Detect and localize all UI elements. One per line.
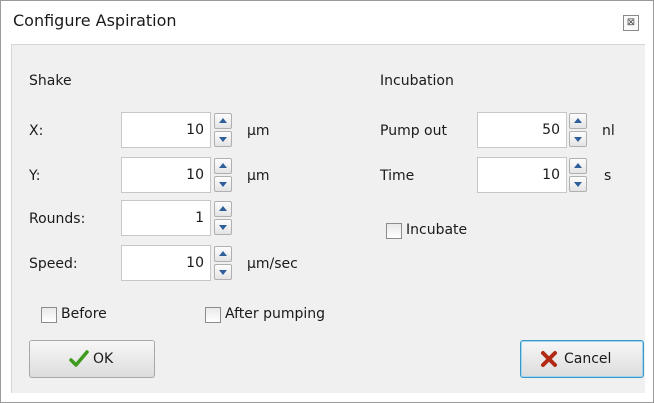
- ok-button[interactable]: OK: [29, 340, 155, 378]
- incubate-checkbox[interactable]: [386, 223, 402, 239]
- rounds-input[interactable]: 1: [121, 200, 211, 236]
- time-input[interactable]: 10: [477, 157, 567, 193]
- pump-out-spin-down-button[interactable]: [569, 131, 587, 147]
- y-spin-down-button[interactable]: [214, 176, 232, 192]
- pump-out-input[interactable]: 50: [477, 112, 567, 148]
- time-spinner: [569, 157, 587, 193]
- speed-spin-up-button[interactable]: [214, 246, 232, 262]
- x-spin-down-button[interactable]: [214, 131, 232, 147]
- configure-aspiration-dialog: Configure Aspiration ⊠ Shake X: 10 μm Y:…: [0, 0, 654, 403]
- x-unit: μm: [247, 123, 270, 139]
- ok-button-label: OK: [93, 351, 114, 367]
- x-icon: [540, 350, 558, 372]
- pump-out-label: Pump out: [380, 123, 447, 139]
- time-unit: s: [604, 168, 612, 184]
- pump-out-unit: nl: [602, 123, 615, 139]
- x-input[interactable]: 10: [121, 112, 211, 148]
- rounds-spin-down-button[interactable]: [214, 219, 232, 235]
- shake-section-title: Shake: [29, 73, 72, 89]
- after-pumping-label: After pumping: [225, 306, 326, 322]
- title-bar: Configure Aspiration ⊠: [1, 1, 653, 41]
- y-unit: μm: [247, 168, 270, 184]
- x-spinner: [214, 112, 232, 148]
- close-button[interactable]: ⊠: [623, 15, 639, 31]
- x-label: X:: [29, 123, 44, 139]
- x-spin-up-button[interactable]: [214, 113, 232, 129]
- time-label: Time: [380, 168, 415, 184]
- before-label: Before: [61, 306, 107, 322]
- checkmark-icon: [69, 350, 89, 372]
- window-title: Configure Aspiration: [13, 11, 177, 30]
- incubate-label: Incubate: [406, 222, 468, 238]
- y-spinner: [214, 157, 232, 193]
- y-label: Y:: [29, 168, 41, 184]
- pump-out-spin-up-button[interactable]: [569, 113, 587, 129]
- speed-unit: μm/sec: [247, 256, 298, 272]
- before-checkbox[interactable]: [41, 307, 57, 323]
- dialog-client-area: Shake X: 10 μm Y: 10 μm Rounds: 1 Speed:…: [11, 44, 645, 393]
- time-spin-up-button[interactable]: [569, 158, 587, 174]
- rounds-label: Rounds:: [29, 211, 86, 227]
- speed-spin-down-button[interactable]: [214, 264, 232, 280]
- close-icon: ⊠: [626, 17, 636, 28]
- y-input[interactable]: 10: [121, 157, 211, 193]
- y-spin-up-button[interactable]: [214, 158, 232, 174]
- speed-spinner: [214, 245, 232, 281]
- pump-out-spinner: [569, 112, 587, 148]
- speed-label: Speed:: [29, 256, 78, 272]
- time-spin-down-button[interactable]: [569, 176, 587, 192]
- cancel-button[interactable]: Cancel: [520, 340, 644, 378]
- rounds-spin-up-button[interactable]: [214, 201, 232, 217]
- rounds-spinner: [214, 200, 232, 236]
- after-pumping-checkbox[interactable]: [205, 307, 221, 323]
- incubation-section-title: Incubation: [380, 73, 454, 89]
- cancel-button-label: Cancel: [564, 351, 612, 367]
- speed-input[interactable]: 10: [121, 245, 211, 281]
